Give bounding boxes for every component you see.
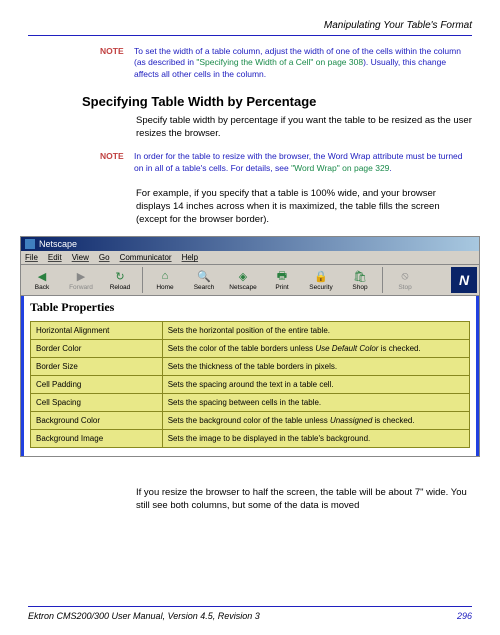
paragraph-2: For example, if you specify that a table… — [136, 188, 472, 226]
property-name: Background Color — [31, 412, 163, 430]
stop-icon: ⦸ — [397, 269, 413, 283]
toolbar-label: Forward — [69, 284, 93, 291]
browser-content: Table Properties Horizontal AlignmentSet… — [21, 296, 479, 456]
menu-item[interactable]: View — [72, 253, 89, 262]
property-name: Cell Spacing — [31, 394, 163, 412]
paragraph-1: Specify table width by percentage if you… — [136, 115, 472, 141]
shop-button[interactable]: 🛍Shop — [341, 268, 379, 292]
header-rule — [28, 35, 472, 36]
table-row: Background ColorSets the background colo… — [31, 412, 470, 430]
toolbar-label: Stop — [398, 284, 411, 291]
window-titlebar: Netscape — [21, 237, 479, 251]
security-icon: 🔒 — [313, 269, 329, 283]
note-link[interactable]: "Word Wrap" on page 329 — [291, 163, 389, 173]
toolbar-separator — [382, 267, 383, 293]
netscape-button[interactable]: ◈Netscape — [224, 268, 262, 292]
properties-table: Horizontal AlignmentSets the horizontal … — [30, 321, 470, 448]
property-desc: Sets the color of the table borders unle… — [162, 340, 469, 358]
print-icon: 🖶 — [274, 269, 290, 283]
table-row: Horizontal AlignmentSets the horizontal … — [31, 322, 470, 340]
toolbar-label: Back — [35, 284, 49, 291]
property-desc: Sets the spacing around the text in a ta… — [162, 376, 469, 394]
toolbar-label: Home — [156, 284, 173, 291]
property-desc: Sets the image to be displayed in the ta… — [162, 430, 469, 448]
footer-text: Ektron CMS200/300 User Manual, Version 4… — [28, 611, 260, 621]
page-footer: Ektron CMS200/300 User Manual, Version 4… — [28, 606, 472, 621]
property-name: Horizontal Alignment — [31, 322, 163, 340]
toolbar-label: Print — [275, 284, 288, 291]
print-button[interactable]: 🖶Print — [263, 268, 301, 292]
table-row: Border ColorSets the color of the table … — [31, 340, 470, 358]
chapter-title: Manipulating Your Table's Format — [28, 20, 472, 31]
paragraph-3: If you resize the browser to half the sc… — [136, 487, 472, 513]
toolbar-label: Reload — [110, 284, 131, 291]
search-button[interactable]: 🔍Search — [185, 268, 223, 292]
menu-item[interactable]: Edit — [48, 253, 62, 262]
note-label: NOTE — [100, 151, 134, 174]
toolbar-label: Netscape — [229, 284, 256, 291]
footer-rule — [28, 606, 472, 607]
content-heading: Table Properties — [30, 300, 470, 315]
app-icon — [25, 239, 35, 249]
note-link[interactable]: "Specifying the Width of a Cell" on page… — [196, 57, 363, 67]
forward-icon: ▶ — [73, 269, 89, 283]
property-desc: Sets the background color of the table u… — [162, 412, 469, 430]
reload-icon: ↻ — [112, 269, 128, 283]
toolbar-label: Security — [309, 284, 332, 291]
note-text: To set the width of a table column, adju… — [134, 46, 472, 80]
note-label: NOTE — [100, 46, 134, 80]
property-desc: Sets the spacing between cells in the ta… — [162, 394, 469, 412]
back-icon: ◀ — [34, 269, 50, 283]
note-text: In order for the table to resize with th… — [134, 151, 472, 174]
table-row: Background ImageSets the image to be dis… — [31, 430, 470, 448]
note-block-2: NOTE In order for the table to resize wi… — [100, 151, 472, 174]
forward-button: ▶Forward — [62, 268, 100, 292]
search-icon: 🔍 — [196, 269, 212, 283]
property-desc: Sets the thickness of the table borders … — [162, 358, 469, 376]
toolbar-label: Search — [194, 284, 215, 291]
shop-icon: 🛍 — [352, 269, 368, 283]
page-number: 296 — [457, 611, 472, 621]
menu-item[interactable]: Help — [182, 253, 198, 262]
menu-item[interactable]: File — [25, 253, 38, 262]
back-button[interactable]: ◀Back — [23, 268, 61, 292]
security-button[interactable]: 🔒Security — [302, 268, 340, 292]
property-name: Border Size — [31, 358, 163, 376]
note-block-1: NOTE To set the width of a table column,… — [100, 46, 472, 80]
property-name: Border Color — [31, 340, 163, 358]
netscape-logo-icon: N — [451, 267, 477, 293]
home-button[interactable]: ⌂Home — [146, 268, 184, 292]
section-heading: Specifying Table Width by Percentage — [82, 94, 472, 109]
property-desc: Sets the horizontal position of the enti… — [162, 322, 469, 340]
window-title: Netscape — [39, 239, 77, 249]
netscape-icon: ◈ — [235, 269, 251, 283]
browser-screenshot: Netscape FileEditViewGoCommunicatorHelp … — [20, 236, 480, 457]
table-row: Cell SpacingSets the spacing between cel… — [31, 394, 470, 412]
reload-button[interactable]: ↻Reload — [101, 268, 139, 292]
toolbar-separator — [142, 267, 143, 293]
property-name: Cell Padding — [31, 376, 163, 394]
menubar: File Edit View Go Communicator Help — [21, 251, 479, 265]
table-row: Cell PaddingSets the spacing around the … — [31, 376, 470, 394]
menu-item[interactable]: Go — [99, 253, 110, 262]
stop-button: ⦸Stop — [386, 268, 424, 292]
toolbar: ◀Back▶Forward↻Reload⌂Home🔍Search◈Netscap… — [21, 265, 479, 296]
menu-item[interactable]: Communicator — [120, 253, 172, 262]
toolbar-label: Shop — [352, 284, 367, 291]
home-icon: ⌂ — [157, 269, 173, 283]
table-row: Border SizeSets the thickness of the tab… — [31, 358, 470, 376]
property-name: Background Image — [31, 430, 163, 448]
